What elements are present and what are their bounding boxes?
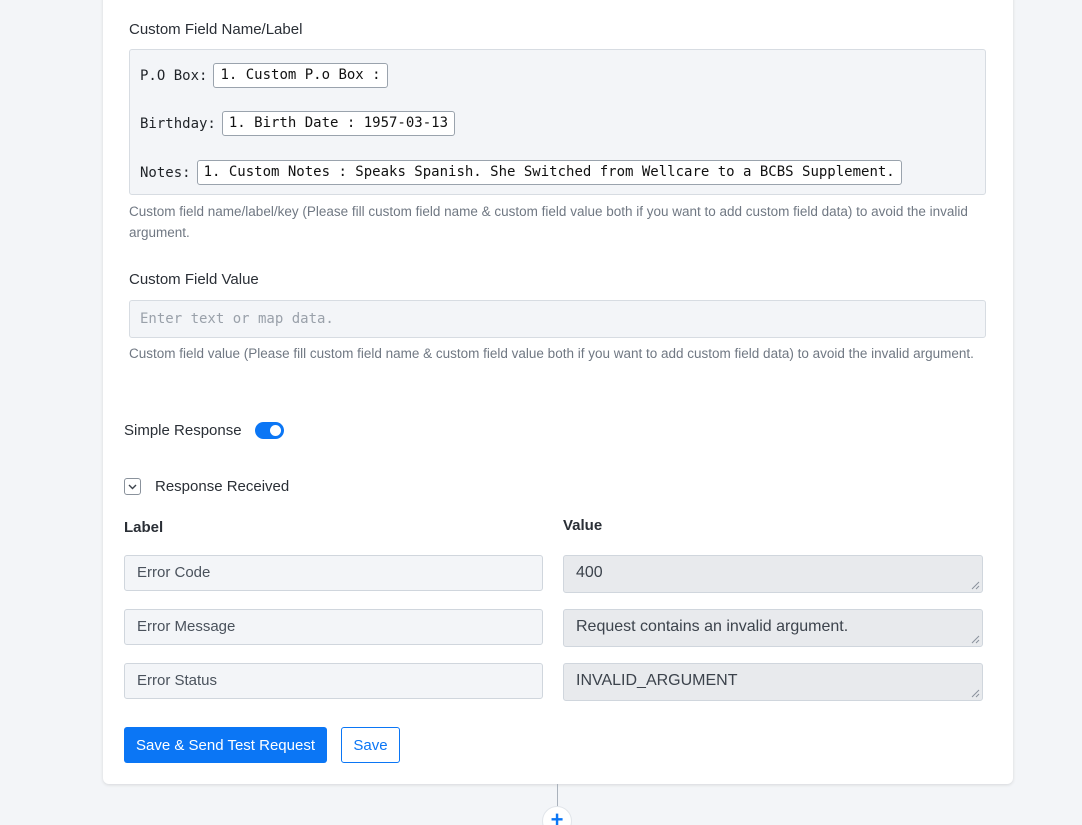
chevron-down-icon[interactable]: [124, 478, 141, 495]
custom-field-name-input[interactable]: P.O Box: 1. Custom P.o Box : Birthday: 1…: [129, 49, 986, 195]
birthday-chip[interactable]: 1. Birth Date : 1957-03-13: [221, 111, 456, 136]
simple-response-row: Simple Response: [124, 422, 284, 439]
save-send-test-request-button[interactable]: Save & Send Test Request: [124, 727, 327, 763]
error-status-value: INVALID_ARGUMENT: [576, 672, 738, 689]
po-box-label: P.O Box:: [140, 67, 208, 84]
save-button[interactable]: Save: [341, 727, 400, 763]
custom-field-name-help: Custom field name/label/key (Please fill…: [129, 204, 968, 240]
resize-handle-icon[interactable]: [971, 689, 980, 698]
custom-field-name-title: Custom Field Name/Label: [129, 21, 303, 38]
error-code-label-field[interactable]: Error Code: [124, 555, 543, 591]
custom-field-value-input[interactable]: [129, 300, 986, 338]
simple-response-toggle[interactable]: [254, 422, 284, 439]
label-column-header: Label: [124, 519, 164, 536]
plus-icon: +: [550, 807, 564, 825]
error-code-value-field[interactable]: 400: [563, 555, 983, 593]
response-received-label: Response Received: [155, 478, 290, 495]
error-message-value-field[interactable]: Request contains an invalid argument.: [563, 609, 983, 647]
birthday-row: Birthday: 1. Birth Date : 1957-03-13: [140, 111, 456, 136]
po-box-row: P.O Box: 1. Custom P.o Box :: [140, 63, 388, 88]
custom-field-value-help: Custom field value (Please fill custom f…: [129, 346, 974, 361]
notes-chip[interactable]: 1. Custom Notes : Speaks Spanish. She Sw…: [196, 160, 902, 185]
error-status-value-field[interactable]: INVALID_ARGUMENT: [563, 663, 983, 701]
notes-label: Notes:: [140, 164, 191, 181]
po-box-chip[interactable]: 1. Custom P.o Box :: [213, 63, 388, 88]
notes-row: Notes: 1. Custom Notes : Speaks Spanish.…: [140, 160, 902, 185]
response-received-header[interactable]: Response Received: [124, 478, 289, 495]
resize-handle-icon[interactable]: [971, 635, 980, 644]
birthday-label: Birthday:: [140, 115, 216, 132]
error-code-value: 400: [576, 564, 603, 581]
resize-handle-icon[interactable]: [971, 581, 980, 590]
error-status-label-field[interactable]: Error Status: [124, 663, 543, 699]
simple-response-label: Simple Response: [124, 422, 242, 439]
error-message-label-field[interactable]: Error Message: [124, 609, 543, 645]
add-step-button[interactable]: +: [542, 806, 572, 825]
toggle-knob: [269, 425, 281, 436]
error-message-value: Request contains an invalid argument.: [576, 618, 849, 635]
value-column-header: Value: [563, 517, 603, 534]
custom-field-value-title: Custom Field Value: [129, 271, 259, 288]
